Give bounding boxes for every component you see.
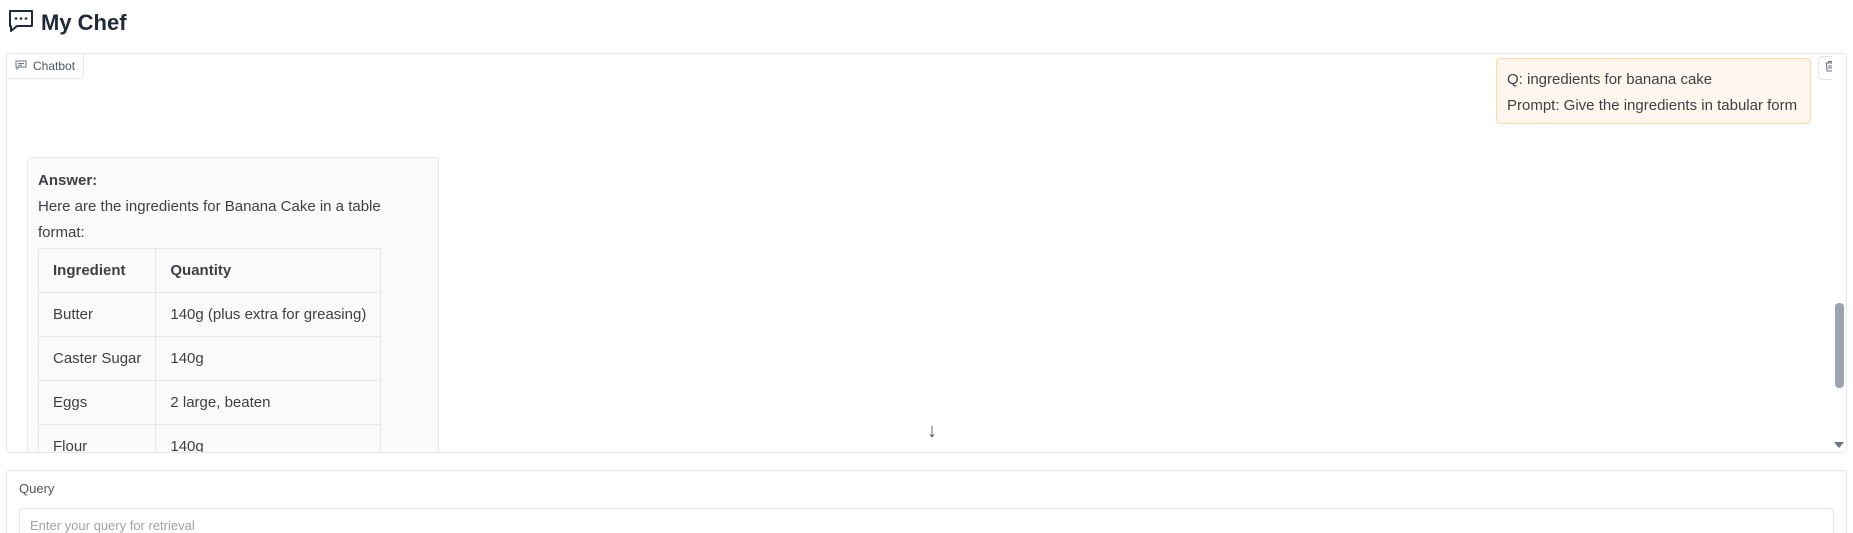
ingredients-table: Ingredient Quantity Butter 140g (plus ex… [37,248,382,452]
table-cell: Butter [37,292,157,337]
table-cell: 140g [155,336,382,381]
scroll-to-bottom-button[interactable]: ↓ [915,416,949,446]
table-row: Eggs 2 large, beaten [37,380,382,425]
table-cell: Eggs [37,380,157,425]
answer-label: Answer: [38,172,98,189]
chatbot-panel: Chatbot Q: ingredients for banana cake P… [6,53,1847,453]
scrollbar-thumb[interactable] [1835,303,1844,388]
table-cell: 140g [155,424,382,452]
arrow-down-icon: ↓ [927,419,937,442]
table-row: Flour 140g [37,424,382,452]
table-cell: Caster Sugar [37,336,157,381]
answer-intro: Here are the ingredients for Banana Cake… [38,198,381,241]
column-header: Ingredient [37,248,157,293]
chatbot-label: Chatbot [7,54,85,79]
user-message-question: Q: ingredients for banana cake [1507,71,1713,88]
chat-bubble-icon [7,8,35,39]
user-message: Q: ingredients for banana cake Prompt: G… [1496,58,1811,124]
column-header: Quantity [155,248,382,293]
chat-icon [15,59,27,73]
query-input[interactable] [19,508,1834,533]
scrollbar-down-arrow-icon[interactable] [1834,442,1844,448]
table-row: Butter 140g (plus extra for greasing) [37,292,382,337]
app-header: My Chef [7,8,127,38]
table-cell: Flour [37,424,157,452]
chat-scrollbar[interactable] [1832,54,1846,452]
chatbot-label-text: Chatbot [33,59,76,73]
query-panel: Query [6,470,1847,533]
page-title: My Chef [41,10,127,35]
user-message-prompt: Prompt: Give the ingredients in tabular … [1507,97,1798,114]
table-cell: 140g (plus extra for greasing) [155,292,382,337]
table-row: Caster Sugar 140g [37,336,382,381]
query-label: Query [19,481,55,496]
table-header-row: Ingredient Quantity [37,248,382,293]
bot-message: Answer: Here are the ingredients for Ban… [27,157,439,452]
table-cell: 2 large, beaten [155,380,382,425]
